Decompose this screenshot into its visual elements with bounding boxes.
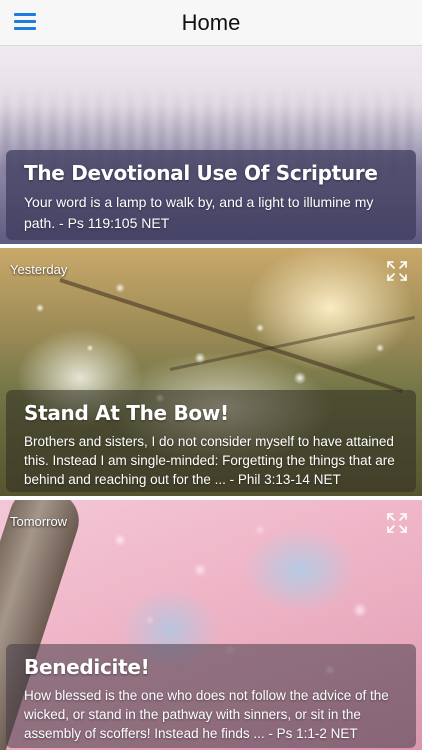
expand-icon[interactable] [386,260,408,282]
expand-icon[interactable] [386,512,408,534]
card-verse-text: Your word is a lamp to walk by, and a li… [24,194,374,231]
navigation-bar: Home [0,0,422,46]
card-verse-text: Brothers and sisters, I do not consider … [24,434,395,487]
devotional-card-yesterday[interactable]: Yesterday Stand At The Bow! Brothers and… [0,248,422,496]
card-caption-panel: Stand At The Bow! Brothers and sisters, … [6,390,416,492]
day-label: Yesterday [10,262,68,277]
card-title: Benedicite! [24,655,150,679]
card-title: Stand At The Bow! [24,401,229,425]
devotional-card-today[interactable]: The Devotional Use Of Scripture Your wor… [0,46,422,244]
page-title: Home [181,10,241,35]
day-label: Tomorrow [10,514,68,529]
card-caption-panel: Benedicite! How blessed is the one who d… [6,644,416,748]
card-title: The Devotional Use Of Scripture [24,161,378,185]
card-verse-text: How blessed is the one who does not foll… [24,688,389,741]
card-caption-panel: The Devotional Use Of Scripture Your wor… [6,150,416,240]
devotional-card-tomorrow[interactable]: Tomorrow Benedicite! How blessed is the … [0,500,422,750]
